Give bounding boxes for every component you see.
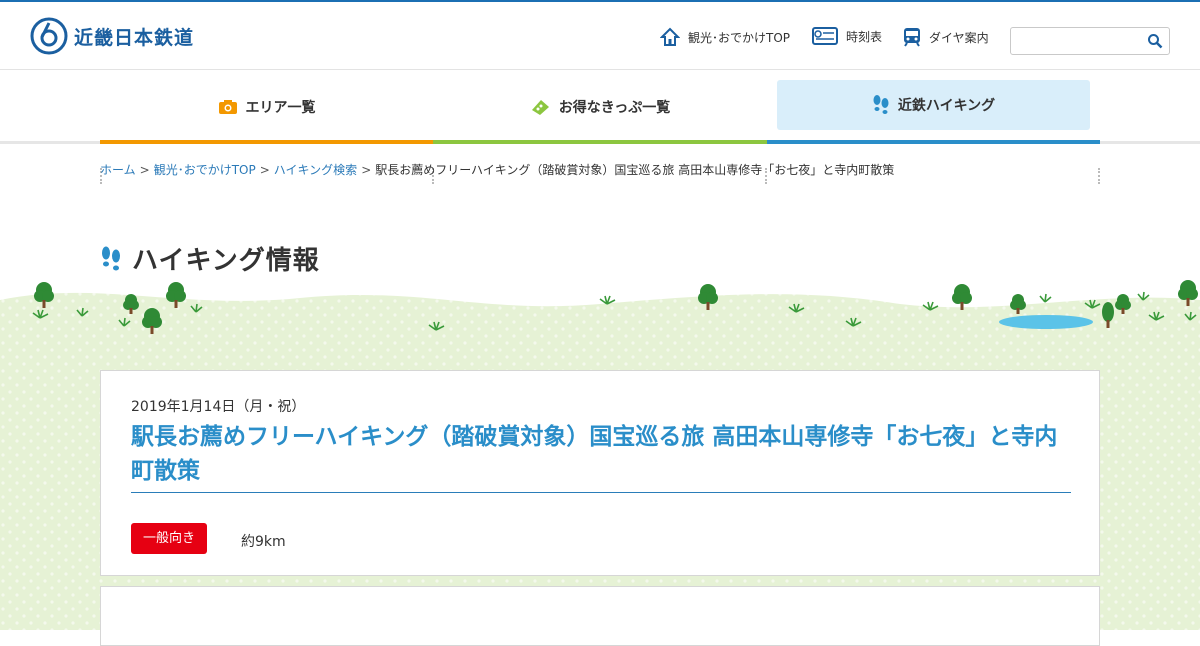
nav-item-label: 近鉄ハイキング [897,98,996,114]
breadcrumb-link-sightseeing[interactable]: 観光･おでかけTOP [154,163,256,177]
footprints-icon [102,246,120,270]
breadcrumb-separator: > [361,163,372,177]
kintetsu-logo-icon [30,17,68,55]
nav-item-tickets[interactable]: お得なきっぷ一覧 [433,70,766,144]
pond-icon [999,315,1093,329]
header-link-label: ダイヤ案内 [929,30,989,45]
logo-text: 近畿日本鉄道 [74,26,195,49]
breadcrumb: ホーム > 観光･おでかけTOP > ハイキング検索 > 駅長お薦めフリーハイキング（踏破賞… [100,161,894,178]
nav-bar-hiking [767,140,1100,144]
breadcrumb-link-home[interactable]: ホーム [100,163,136,177]
page-title: ハイキング情報 [100,240,320,277]
header-link-sightseeing-top[interactable]: 観光･おでかけTOP [660,27,790,47]
breadcrumb-separator: > [259,163,270,177]
search-input[interactable] [1010,27,1170,55]
header-link-label: 観光･おでかけTOP [688,30,791,45]
header-link-diagram[interactable]: ダイヤ案内 [903,27,989,47]
house-icon [660,27,680,46]
header-link-label: 時刻表 [846,29,883,44]
nav-item-label: エリア一覧 [245,100,316,116]
event-detail-card [100,586,1100,646]
nav-item-label: お得なきっぷ一覧 [558,100,671,116]
nav-bar-areas [100,140,433,144]
level-badge: 一般向き [131,523,207,554]
timetable-icon [812,27,838,45]
search-icon[interactable] [1147,33,1163,49]
site-header: 近畿日本鉄道 観光･おでかけTOP 時刻表 ダイヤ案内 [0,2,1200,70]
site-logo[interactable]: 近畿日本鉄道 [30,17,194,55]
nav-bar-tickets [433,140,767,144]
header-link-timetable[interactable]: 時刻表 [812,27,882,45]
nav-divider [1098,168,1102,184]
breadcrumb-separator: > [139,163,150,177]
footprints-icon [873,95,889,114]
nav-item-areas[interactable]: エリア一覧 [100,70,433,144]
event-card: 2019年1月14日（月・祝） 駅長お薦めフリーハイキング（踏破賞対象）国宝巡る… [100,370,1100,576]
breadcrumb-link-hiking-search[interactable]: ハイキング検索 [274,163,357,177]
breadcrumb-current: 駅長お薦めフリーハイキング（踏破賞対象）国宝巡る旅 高田本山専修寺「お七夜」と寺… [375,163,895,177]
global-nav: エリア一覧 お得なきっぷ一覧 近鉄ハイキング [100,70,1100,184]
event-title: 駅長お薦めフリーハイキング（踏破賞対象）国宝巡る旅 高田本山専修寺「お七夜」と寺… [131,420,1071,493]
camera-icon [218,100,237,114]
ticket-icon [531,100,549,115]
event-distance: 約9km [241,534,286,550]
train-icon [904,28,920,47]
nav-item-hiking[interactable]: 近鉄ハイキング [777,80,1090,130]
event-date: 2019年1月14日（月・祝） [131,399,306,415]
page-title-text: ハイキング情報 [132,246,320,276]
